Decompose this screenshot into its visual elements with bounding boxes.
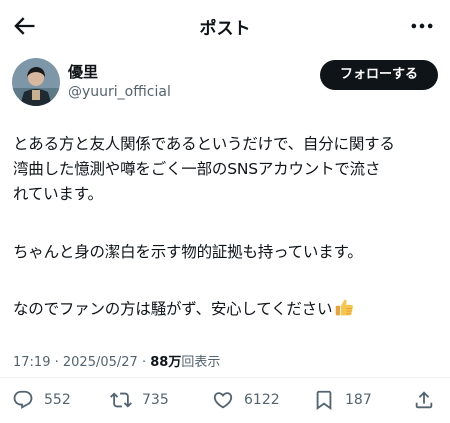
post-text-line: ちゃんと身の潔白を示す物的証拠も持っています。 [13,243,363,261]
reply-count: 552 [44,392,71,408]
avatar[interactable] [12,58,60,106]
post-text-last-line: なのでファンの方は騒がず、安心してください [13,297,441,322]
meta-separator: · [54,355,59,370]
post-text-line: なのでファンの方は騒がず、安心してください [13,300,333,318]
bookmark-count: 187 [345,392,372,408]
divider [0,377,450,378]
avatar-image [12,58,60,106]
bookmark-button[interactable]: 187 [313,384,372,416]
post-text-line: 湾曲した憶測や噂をごく一部のSNSアカウントで流さ [13,160,381,178]
ellipsis-icon [411,23,433,29]
follow-button[interactable]: フォローする [320,60,438,90]
author-row: 優里 @yuuri_official フォローする [12,58,438,108]
heart-icon [213,392,233,409]
views-count[interactable]: 88万 [150,355,181,370]
thumbs-up-emoji [334,297,355,318]
repost-icon [110,392,132,408]
post-text-line: とある方と友人関係であるというだけで、自分に関する [13,135,395,153]
like-count: 6122 [244,392,280,408]
bookmark-icon [316,390,332,411]
post-text-line: れています。 [13,185,103,203]
action-bar: 552 735 6122 187 [0,384,450,416]
repost-button[interactable]: 735 [110,384,169,416]
share-icon [415,391,433,409]
post-time[interactable]: 17:19 [13,355,50,370]
meta-separator: · [141,355,147,370]
post-date[interactable]: 2025/05/27 [63,355,138,370]
share-button[interactable] [413,384,435,416]
more-button[interactable] [408,12,436,40]
repost-count: 735 [142,392,169,408]
display-name[interactable]: 優里 [68,61,98,82]
reply-button[interactable]: 552 [12,384,71,416]
post-meta: 17:19 · 2025/05/27 · 88万回表示 [13,351,220,370]
user-handle[interactable]: @yuuri_official [68,84,171,100]
top-bar: ポスト [0,0,450,52]
page-title: ポスト [199,19,251,39]
reply-icon [13,390,33,409]
like-button[interactable]: 6122 [212,384,280,416]
views-label: 回表示 [181,355,221,370]
